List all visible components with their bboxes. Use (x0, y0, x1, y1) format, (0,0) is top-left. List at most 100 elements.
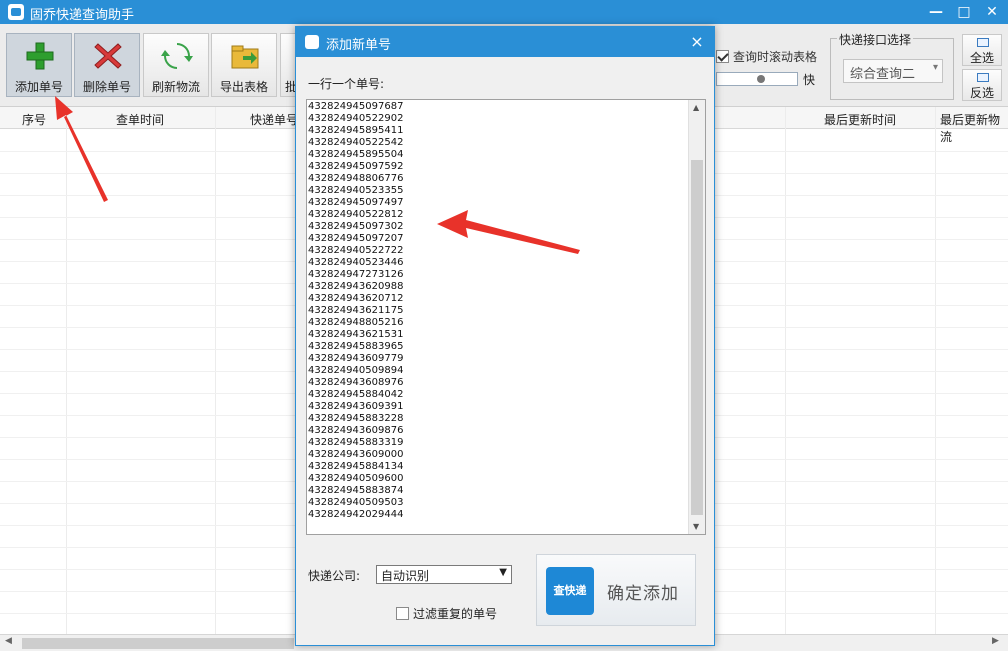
tracking-number-line: 432824947273126 (308, 269, 404, 280)
tracking-number-line: 432824940509503 (308, 497, 404, 508)
tracking-number-line: 432824945883228 (308, 413, 404, 424)
column-header-tracking-number[interactable]: 快递单号 (250, 111, 298, 128)
horizontal-scroll-thumb[interactable] (22, 638, 294, 649)
tracking-number-line: 432824943609779 (308, 353, 404, 364)
api-select[interactable]: 综合查询二 ▾ (843, 59, 943, 83)
tracking-numbers-list: 432824945097687 432824940522902 4328249458… (308, 101, 403, 521)
minimize-button[interactable]: — (926, 2, 946, 22)
scroll-down-icon[interactable]: ▼ (693, 522, 699, 531)
speed-slider-knob[interactable] (757, 75, 765, 83)
scroll-left-icon[interactable]: ◀ (5, 636, 12, 646)
courier-company-label: 快递公司: (308, 569, 361, 583)
add-number-label: 添加单号 (14, 80, 63, 94)
title-bar: 固乔快递查询助手 — □ ✕ (0, 0, 1008, 24)
dialog-app-icon (305, 35, 319, 49)
column-header-query-time[interactable]: 查单时间 (116, 111, 164, 128)
speed-slider[interactable] (716, 72, 798, 86)
scroll-table-checkbox[interactable] (716, 50, 729, 63)
tracking-numbers-textarea[interactable]: 432824945097687 432824940522902 4328249458… (306, 99, 706, 535)
invert-selection-icon (977, 73, 989, 82)
tracking-number-line: 432824943621175 (308, 305, 404, 316)
textarea-scroll-thumb[interactable] (691, 160, 703, 515)
tracking-number-line: 432824943609876 (308, 425, 404, 436)
tracking-number-line: 432824945884134 (308, 461, 404, 472)
chevron-down-icon: ▼ (499, 567, 507, 578)
tracking-number-line: 432824940509600 (308, 473, 404, 484)
filter-duplicates-option[interactable]: 过滤重复的单号 (396, 605, 497, 622)
tracking-number-line: 432824945097687 (308, 101, 404, 112)
tracking-number-line: 432824943609000 (308, 449, 404, 460)
dialog-title: 添加新单号 (326, 38, 392, 53)
courier-company-select[interactable]: 自动识别 ▼ (376, 565, 512, 584)
export-table-label: 导出表格 (219, 80, 268, 94)
numbers-input-label: 一行一个单号: (308, 77, 385, 91)
red-x-icon (94, 43, 122, 69)
select-all-label: 全选 (969, 51, 994, 65)
scroll-right-icon[interactable]: ▶ (992, 636, 999, 646)
api-group-label: 快递接口选择 (837, 31, 914, 48)
column-header-index[interactable]: 序号 (22, 111, 46, 128)
tracking-number-line: 432824940522902 (308, 113, 404, 124)
tracking-number-line: 432824945895504 (308, 149, 404, 160)
scroll-table-option[interactable]: 查询时滚动表格 (716, 48, 817, 65)
delete-number-button[interactable]: 删除单号 (74, 33, 140, 97)
speed-fast-label: 快 (803, 73, 816, 87)
tracking-number-line: 432824943620988 (308, 281, 404, 292)
tracking-number-line: 432824948806776 (308, 173, 404, 184)
tracking-number-line: 432824943620712 (308, 293, 404, 304)
tracking-number-line: 432824948805216 (308, 317, 404, 328)
plus-icon (26, 42, 54, 70)
partial-toolbar-button[interactable]: 批 (280, 33, 296, 97)
api-select-group: 快递接口选择 综合查询二 ▾ (830, 31, 954, 100)
tracking-number-line: 432824940509894 (308, 365, 404, 376)
add-number-button[interactable]: 添加单号 (6, 33, 72, 97)
invert-selection-button[interactable]: 反选 (962, 69, 1002, 101)
refresh-icon (161, 43, 193, 69)
tracking-number-line: 432824945883874 (308, 485, 404, 496)
tracking-number-line: 432824940522812 (308, 209, 404, 220)
tracking-number-line: 432824945883319 (308, 437, 404, 448)
select-all-icon (977, 38, 989, 47)
window-title: 固乔快递查询助手 (30, 8, 135, 23)
app-logo-icon (8, 4, 24, 20)
folder-export-icon (231, 45, 259, 69)
dialog-close-button[interactable]: × (688, 32, 706, 51)
dialog-title-bar: 添加新单号 × (296, 27, 714, 57)
column-header-last-update-time[interactable]: 最后更新时间 (824, 111, 896, 128)
confirm-add-button[interactable]: 查快递 确定添加 (536, 554, 696, 626)
tracking-number-line: 432824945097497 (308, 197, 404, 208)
tracking-number-line: 432824940523446 (308, 257, 404, 268)
add-number-dialog: 添加新单号 × 一行一个单号: 432824945097687 432824940… (295, 26, 715, 646)
textarea-scrollbar[interactable]: ▲ ▼ (688, 100, 705, 534)
tracking-number-line: 432824942029444 (308, 509, 404, 520)
query-express-logo-icon: 查快递 (546, 567, 594, 615)
filter-duplicates-checkbox[interactable] (396, 607, 409, 620)
tracking-number-line: 432824945895411 (308, 125, 404, 136)
select-all-button[interactable]: 全选 (962, 34, 1002, 66)
chevron-down-icon: ▾ (932, 62, 938, 73)
refresh-logistics-label: 刷新物流 (151, 80, 200, 94)
close-button[interactable]: ✕ (982, 2, 1002, 22)
tracking-number-line: 432824943609391 (308, 401, 404, 412)
tracking-number-line: 432824945883965 (308, 341, 404, 352)
tracking-number-line: 432824945097592 (308, 161, 404, 172)
tracking-number-line: 432824943608976 (308, 377, 404, 388)
confirm-add-label: 确定添加 (607, 584, 679, 604)
tracking-number-line: 432824945097302 (308, 221, 404, 232)
tracking-number-line: 432824945097207 (308, 233, 404, 244)
invert-selection-label: 反选 (969, 86, 994, 100)
tracking-number-line: 432824940523355 (308, 185, 404, 196)
scroll-table-label: 查询时滚动表格 (733, 50, 818, 64)
partial-toolbar-label: 批 (285, 80, 296, 94)
maximize-button[interactable]: □ (954, 2, 974, 22)
column-header-last-update-logistics[interactable]: 最后更新物流 (940, 111, 1008, 145)
delete-number-label: 删除单号 (82, 80, 131, 94)
tracking-number-line: 432824943621531 (308, 329, 404, 340)
courier-company-value: 自动识别 (381, 569, 430, 583)
refresh-logistics-button[interactable]: 刷新物流 (143, 33, 209, 97)
scroll-up-icon[interactable]: ▲ (693, 103, 699, 112)
export-table-button[interactable]: 导出表格 (211, 33, 277, 97)
filter-duplicates-label: 过滤重复的单号 (413, 607, 498, 621)
api-select-value: 综合查询二 (850, 67, 916, 82)
tracking-number-line: 432824940522722 (308, 245, 404, 256)
